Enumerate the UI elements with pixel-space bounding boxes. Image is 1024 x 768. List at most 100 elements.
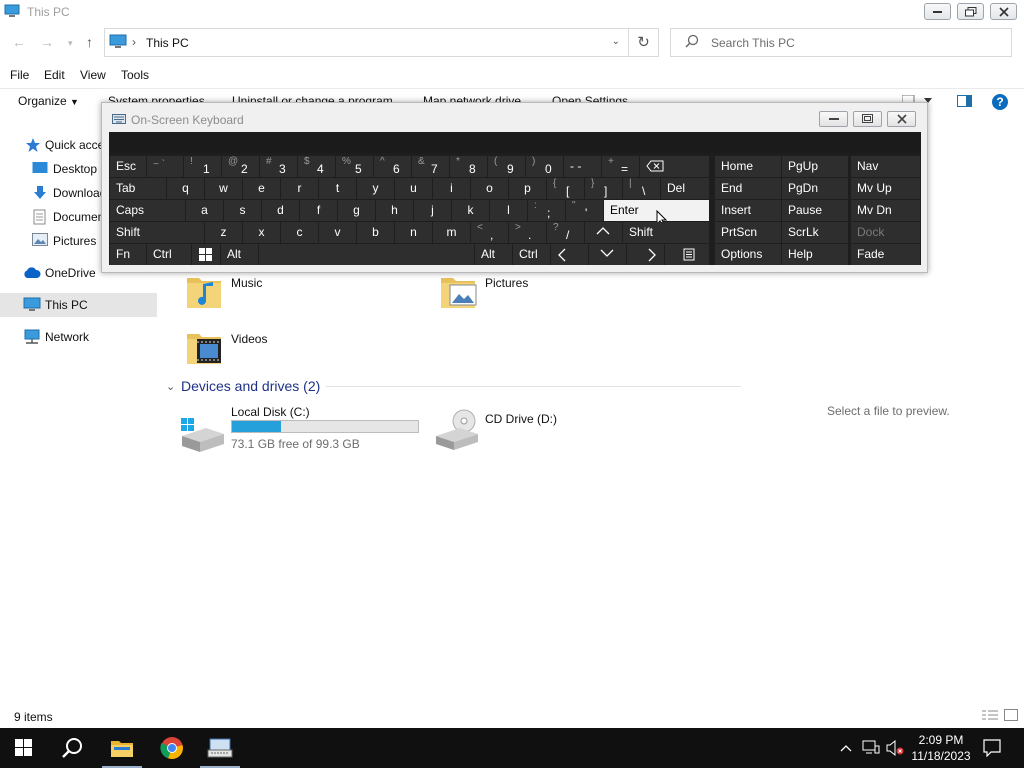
- volume-muted-icon[interactable]: [886, 739, 904, 759]
- key-up[interactable]: [585, 222, 622, 243]
- key-x[interactable]: x: [243, 222, 280, 243]
- key-help[interactable]: Help: [782, 244, 848, 265]
- key-home[interactable]: Home: [715, 156, 781, 177]
- key-caps[interactable]: Caps: [110, 200, 185, 221]
- key-5[interactable]: % 5: [336, 156, 373, 177]
- osk-close-button[interactable]: [887, 111, 916, 127]
- key-u[interactable]: u: [395, 178, 432, 199]
- key-a[interactable]: a: [186, 200, 223, 221]
- start-button[interactable]: [0, 728, 48, 768]
- taskbar-file-explorer[interactable]: [98, 728, 146, 768]
- key-dock[interactable]: Dock: [851, 222, 920, 243]
- key-tab[interactable]: Tab: [110, 178, 166, 199]
- key-k[interactable]: k: [452, 200, 489, 221]
- key-f[interactable]: f: [300, 200, 337, 221]
- drive-d[interactable]: CD Drive (D:): [434, 409, 634, 455]
- key-o[interactable]: o: [471, 178, 508, 199]
- menu-edit[interactable]: Edit: [44, 68, 65, 82]
- key-enter[interactable]: Enter: [604, 200, 709, 227]
- details-view-icon[interactable]: [982, 709, 998, 724]
- key-nav[interactable]: Nav: [851, 156, 920, 177]
- key-z[interactable]: z: [205, 222, 242, 243]
- drive-c[interactable]: Local Disk (C:) 73.1 GB free of 99.3 GB: [180, 405, 420, 453]
- key-backspace[interactable]: [640, 156, 709, 177]
- key-ctrl-right[interactable]: Ctrl: [513, 244, 550, 265]
- taskbar-clock[interactable]: 2:09 PM 11/18/2023: [906, 732, 976, 764]
- key-8[interactable]: * 8: [450, 156, 487, 177]
- key-slash[interactable]: ? /: [547, 222, 584, 243]
- key-9[interactable]: (9: [488, 156, 525, 177]
- osk-minimize-button[interactable]: [819, 111, 848, 127]
- key-alt-right[interactable]: Alt: [475, 244, 512, 265]
- minimize-button[interactable]: [924, 3, 951, 20]
- key-semicolon[interactable]: :;: [528, 200, 565, 221]
- key-0[interactable]: ) 0: [526, 156, 563, 177]
- chevron-down-icon[interactable]: ⌄: [612, 36, 620, 47]
- key-left-bracket[interactable]: {[: [547, 178, 584, 199]
- key-comma[interactable]: <,: [471, 222, 508, 243]
- key-1[interactable]: ! 1: [184, 156, 221, 177]
- action-center-icon[interactable]: [983, 739, 1001, 760]
- key-r[interactable]: r: [281, 178, 318, 199]
- key-minus[interactable]: - -: [564, 156, 601, 177]
- menu-view[interactable]: View: [80, 68, 106, 82]
- nav-this-pc[interactable]: This PC: [0, 293, 157, 317]
- network-tray-icon[interactable]: [862, 740, 880, 759]
- up-arrow-icon[interactable]: ↑: [86, 34, 93, 50]
- key-left[interactable]: [551, 244, 588, 265]
- key-b[interactable]: b: [357, 222, 394, 243]
- key-options[interactable]: Options: [715, 244, 781, 265]
- key-w[interactable]: w: [205, 178, 242, 199]
- key-v[interactable]: v: [319, 222, 356, 243]
- key-h[interactable]: h: [376, 200, 413, 221]
- maximize-button[interactable]: [957, 3, 984, 20]
- key-m[interactable]: m: [433, 222, 470, 243]
- folder-videos[interactable]: Videos: [185, 328, 385, 368]
- key-c[interactable]: c: [281, 222, 318, 243]
- key-shift-right[interactable]: Shift: [623, 222, 709, 243]
- taskbar-chrome[interactable]: [148, 728, 196, 768]
- key-pause[interactable]: Pause: [782, 200, 848, 221]
- key-shift-left[interactable]: Shift: [110, 222, 204, 243]
- key-esc[interactable]: Esc: [110, 156, 146, 177]
- key-right-bracket[interactable]: }]: [585, 178, 622, 199]
- key-q[interactable]: q: [167, 178, 204, 199]
- search-box[interactable]: Search This PC: [670, 28, 1012, 57]
- search-input[interactable]: Search This PC: [711, 36, 795, 50]
- taskbar-on-screen-keyboard[interactable]: [196, 728, 244, 768]
- key-j[interactable]: j: [414, 200, 451, 221]
- key-prtscn[interactable]: PrtScn: [715, 222, 781, 243]
- key-p[interactable]: p: [509, 178, 546, 199]
- key-i[interactable]: i: [433, 178, 470, 199]
- close-button[interactable]: [990, 3, 1017, 20]
- key-alt-left[interactable]: Alt: [221, 244, 258, 265]
- key-4[interactable]: $4: [298, 156, 335, 177]
- nav-network[interactable]: Network: [0, 325, 157, 349]
- key-mv-up[interactable]: Mv Up: [851, 178, 920, 199]
- osk-maximize-button[interactable]: [853, 111, 882, 127]
- key-windows[interactable]: [192, 244, 220, 265]
- key-ctrl-left[interactable]: Ctrl: [147, 244, 191, 265]
- chevron-down-icon[interactable]: ⌄: [166, 380, 175, 393]
- key-scrlk[interactable]: ScrLk: [782, 222, 848, 243]
- menu-file[interactable]: File: [10, 68, 29, 82]
- recent-chevron-icon[interactable]: ▾: [68, 38, 73, 49]
- key-y[interactable]: y: [357, 178, 394, 199]
- preview-pane-icon[interactable]: [957, 95, 973, 110]
- key-down[interactable]: [589, 244, 626, 265]
- menu-tools[interactable]: Tools: [121, 68, 149, 82]
- key-space[interactable]: [259, 244, 474, 265]
- key-mv-dn[interactable]: Mv Dn: [851, 200, 920, 221]
- key-d[interactable]: d: [262, 200, 299, 221]
- key-fn[interactable]: Fn: [110, 244, 146, 265]
- key-insert[interactable]: Insert: [715, 200, 781, 221]
- key-6[interactable]: ^ 6: [374, 156, 411, 177]
- key-2[interactable]: @2: [222, 156, 259, 177]
- help-icon[interactable]: ?: [991, 93, 1009, 114]
- key-backslash[interactable]: | \: [623, 178, 660, 199]
- organize-button[interactable]: Organize ▼: [18, 94, 79, 108]
- key-3[interactable]: #3: [260, 156, 297, 177]
- key-7[interactable]: & 7: [412, 156, 449, 177]
- forward-arrow-icon[interactable]: →: [40, 34, 54, 50]
- key-e[interactable]: e: [243, 178, 280, 199]
